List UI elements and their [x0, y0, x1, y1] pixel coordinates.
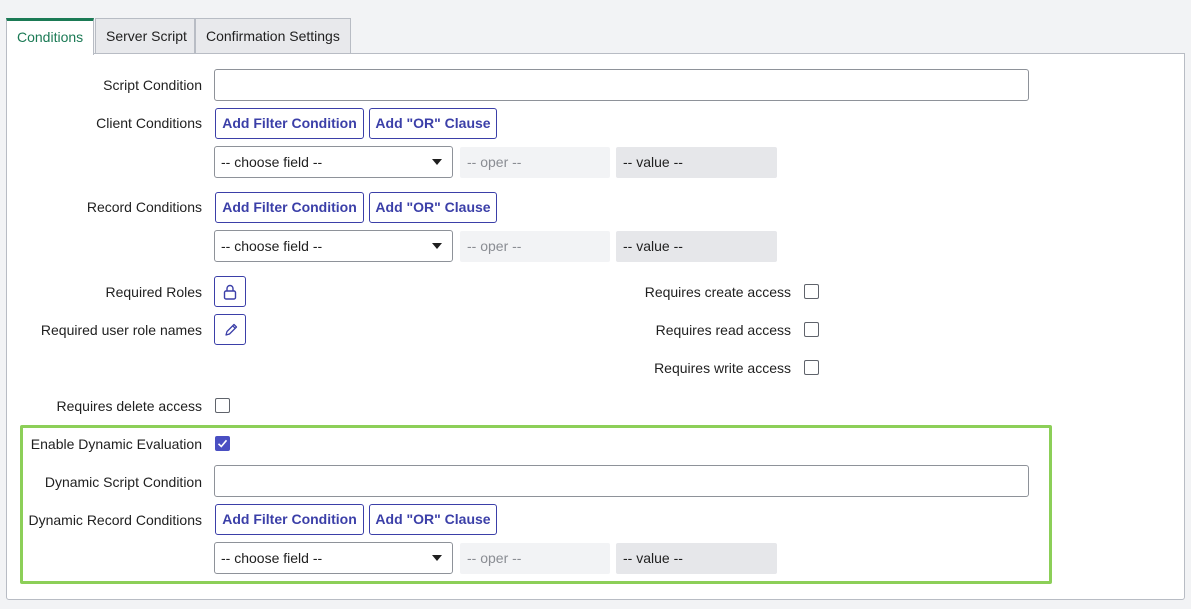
record-oper-field[interactable]: -- oper --: [460, 231, 610, 262]
chevron-down-icon: [432, 555, 442, 561]
dynamic-script-condition-label: Dynamic Script Condition: [44, 474, 202, 490]
requires-read-checkbox[interactable]: [804, 322, 819, 337]
required-roles-label: Required Roles: [105, 284, 203, 300]
script-condition-label: Script Condition: [103, 77, 202, 93]
client-choose-field-select[interactable]: -- choose field --: [214, 146, 453, 178]
required-roles-button[interactable]: [214, 276, 246, 307]
choose-field-text: -- choose field --: [221, 238, 323, 254]
choose-field-text: -- choose field --: [221, 154, 323, 170]
record-add-or-button[interactable]: Add "OR" Clause: [369, 192, 497, 223]
requires-create-label: Requires create access: [644, 284, 791, 300]
enable-dynamic-evaluation-checkbox[interactable]: [215, 436, 230, 451]
requires-write-checkbox[interactable]: [804, 360, 819, 375]
pencil-icon: [225, 323, 238, 336]
dynamic-add-or-button[interactable]: Add "OR" Clause: [369, 504, 497, 535]
tab-conditions[interactable]: Conditions: [6, 18, 94, 55]
enable-dynamic-evaluation-label: Enable Dynamic Evaluation: [30, 436, 202, 452]
requires-write-label: Requires write access: [654, 360, 791, 376]
conditions-panel: Script Condition Client Conditions Add F…: [6, 53, 1185, 600]
script-condition-input[interactable]: [214, 69, 1029, 101]
record-conditions-label: Record Conditions: [86, 199, 202, 215]
chevron-down-icon: [432, 243, 442, 249]
requires-create-checkbox[interactable]: [804, 284, 819, 299]
tab-server-script[interactable]: Server Script: [95, 18, 195, 54]
record-choose-field-select[interactable]: -- choose field --: [214, 230, 453, 262]
dynamic-script-condition-input[interactable]: [214, 465, 1029, 497]
chevron-down-icon: [432, 159, 442, 165]
dynamic-add-filter-button[interactable]: Add Filter Condition: [215, 504, 364, 535]
record-add-filter-button[interactable]: Add Filter Condition: [215, 192, 364, 223]
requires-delete-checkbox[interactable]: [215, 398, 230, 413]
record-value-field[interactable]: -- value --: [616, 231, 777, 262]
client-conditions-label: Client Conditions: [96, 115, 202, 131]
client-value-field[interactable]: -- value --: [616, 147, 777, 178]
lock-icon: [223, 284, 237, 300]
required-user-role-names-button[interactable]: [214, 314, 246, 345]
check-icon: [217, 439, 228, 448]
required-user-role-names-label: Required user role names: [40, 322, 202, 338]
dynamic-record-conditions-label: Dynamic Record Conditions: [28, 512, 202, 528]
client-add-filter-button[interactable]: Add Filter Condition: [215, 108, 364, 139]
requires-read-label: Requires read access: [655, 322, 791, 338]
dynamic-choose-field-select[interactable]: -- choose field --: [214, 542, 453, 574]
tab-confirmation-settings[interactable]: Confirmation Settings: [195, 18, 351, 54]
dynamic-value-field[interactable]: -- value --: [616, 543, 777, 574]
client-add-or-button[interactable]: Add "OR" Clause: [369, 108, 497, 139]
dynamic-oper-field[interactable]: -- oper --: [460, 543, 610, 574]
choose-field-text: -- choose field --: [221, 550, 323, 566]
requires-delete-label: Requires delete access: [56, 398, 202, 414]
client-oper-field[interactable]: -- oper --: [460, 147, 610, 178]
